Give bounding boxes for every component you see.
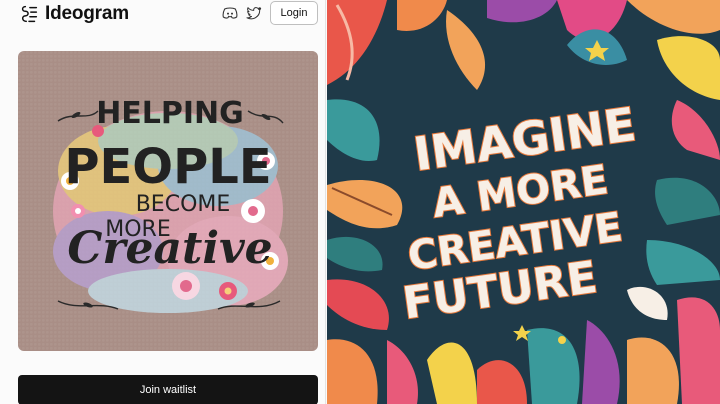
artwork-line-5: Creative xyxy=(67,223,272,274)
imagine-creative-future-artwork: IMAGINE A MORE CREATIVE FUTURE xyxy=(327,0,720,404)
showcase-image-card[interactable]: HELPING PEOPLE BECOME MORE Creative xyxy=(18,51,318,351)
left-panel: Ideogram Login HELPING PEOPLE BECOME MOR… xyxy=(0,0,326,404)
brand-logo[interactable]: Ideogram xyxy=(18,3,129,25)
artwork-line-2: PEOPLE xyxy=(64,139,271,195)
hero-artwork-panel: IMAGINE A MORE CREATIVE FUTURE xyxy=(327,0,720,404)
discord-icon[interactable] xyxy=(222,6,238,20)
artwork-line-1: HELPING xyxy=(96,96,244,131)
helping-people-artwork: HELPING PEOPLE BECOME MORE Creative xyxy=(53,96,288,313)
join-waitlist-button[interactable]: Join waitlist xyxy=(18,375,318,404)
artwork-line-3: BECOME xyxy=(136,192,231,217)
top-bar: Ideogram Login xyxy=(0,0,326,28)
twitter-icon[interactable] xyxy=(246,6,262,20)
ideogram-logo-icon xyxy=(21,5,38,23)
brand-name: Ideogram xyxy=(45,3,129,24)
login-button[interactable]: Login xyxy=(270,1,318,25)
